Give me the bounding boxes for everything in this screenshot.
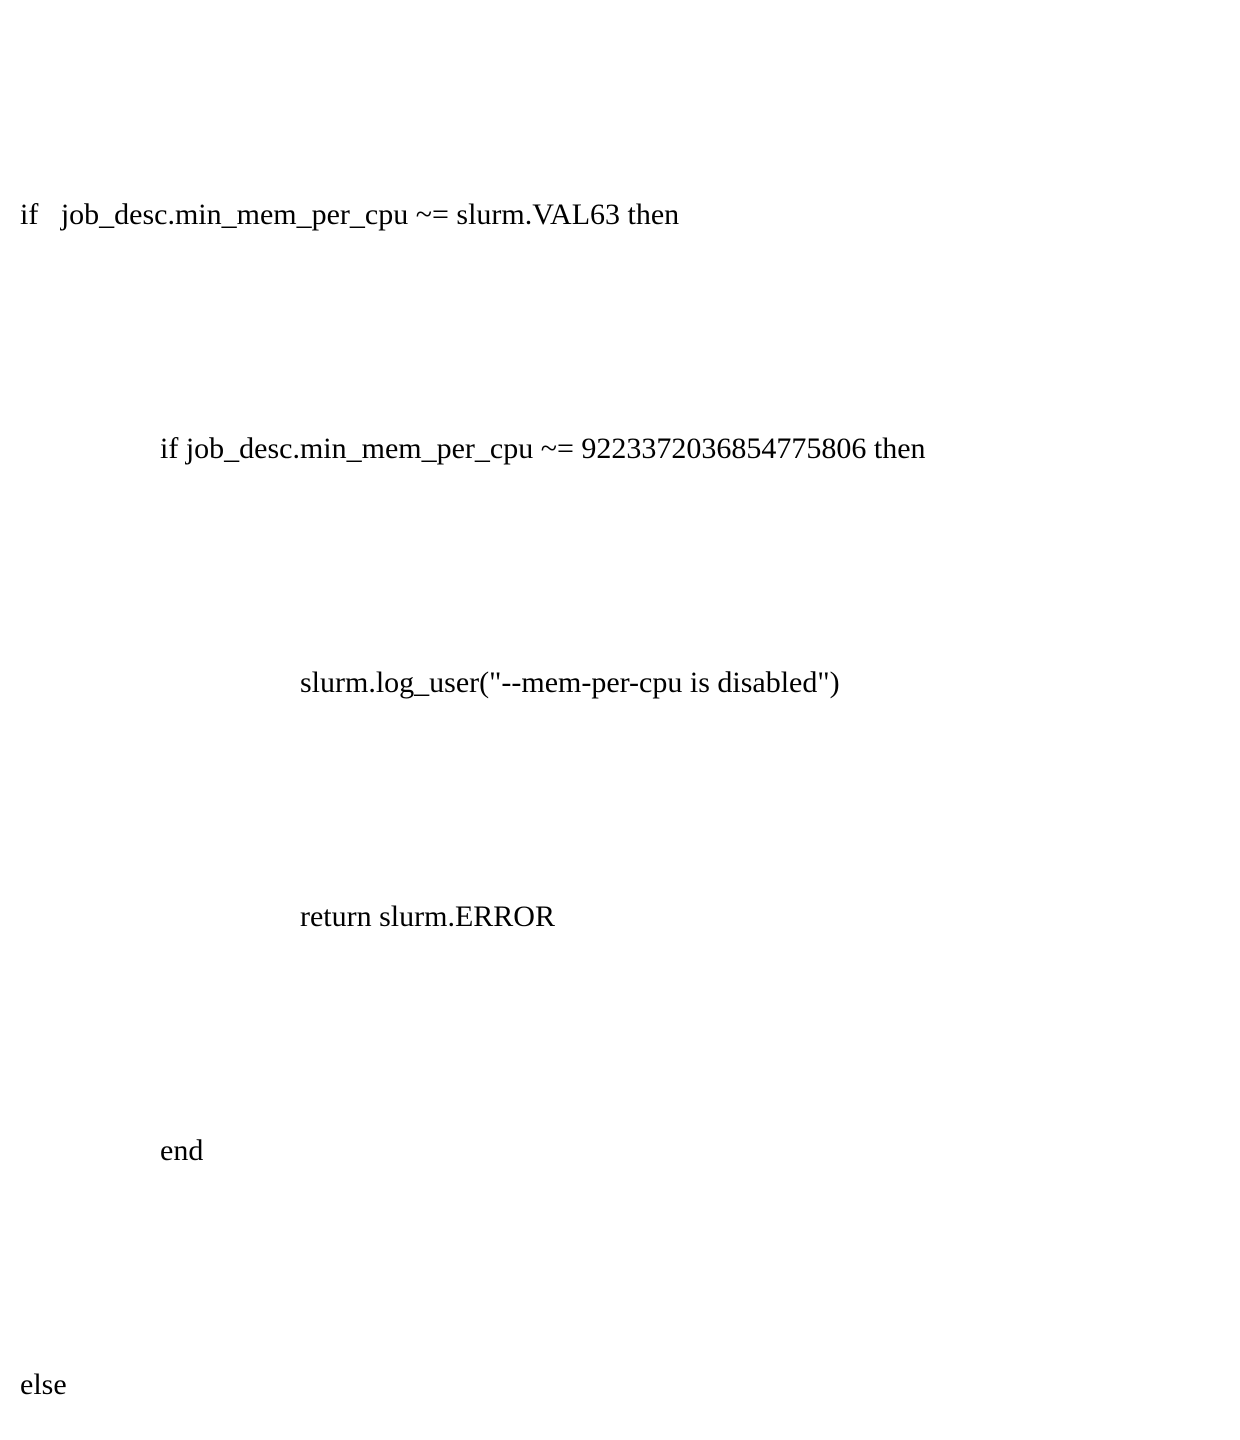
code-line-4: return slurm.ERROR [20,878,1220,956]
code-line-1: if job_desc.min_mem_per_cpu ~= slurm.VAL… [20,176,1220,254]
code-line-2: if job_desc.min_mem_per_cpu ~= 922337203… [20,410,1220,488]
code-line-6: else [20,1346,1220,1424]
code-snippet: if job_desc.min_mem_per_cpu ~= slurm.VAL… [20,20,1220,1440]
code-line-5: end [20,1112,1220,1190]
code-line-3: slurm.log_user("--mem-per-cpu is disable… [20,644,1220,722]
